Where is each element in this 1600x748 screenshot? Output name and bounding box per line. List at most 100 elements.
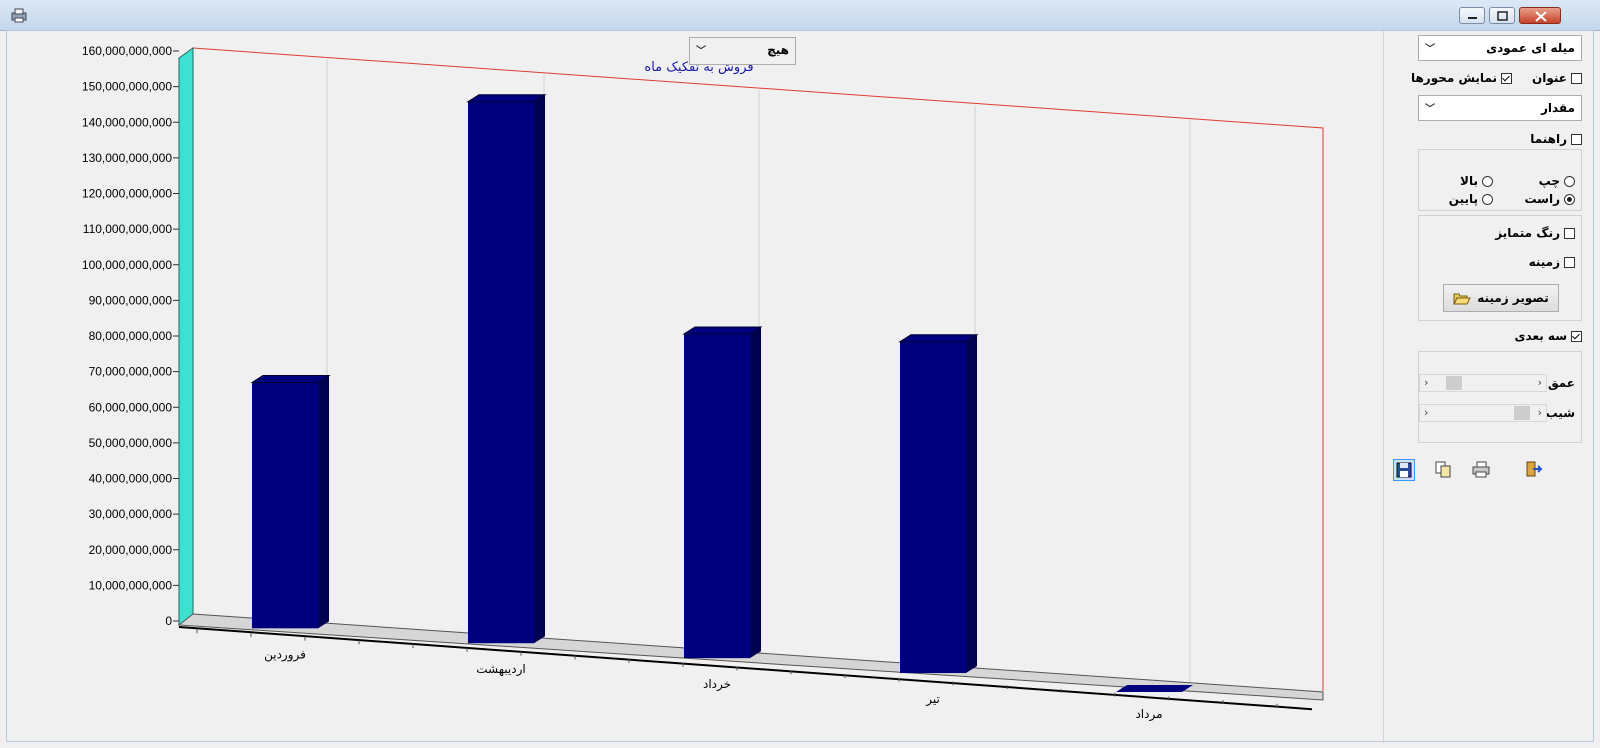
x-category-label: خرداد	[703, 677, 731, 692]
settings-panel: میله ای عمودی ﹀ عنوان نمایش محورها مقدار…	[1384, 31, 1594, 743]
title-checkbox[interactable]	[1571, 72, 1582, 84]
bar-top	[250, 375, 331, 384]
copy-button[interactable]	[1431, 459, 1453, 481]
y-tick-label: 130,000,000,000	[82, 151, 172, 165]
scroll-left-icon[interactable]: ‹	[1424, 376, 1428, 389]
y-tick-label: 40,000,000,000	[89, 472, 173, 486]
minimize-icon	[1468, 17, 1477, 19]
bar	[252, 382, 318, 629]
y-tick-label: 120,000,000,000	[82, 187, 172, 201]
three-d-checkbox[interactable]	[1571, 330, 1582, 342]
background-label: زمینه	[1528, 255, 1560, 269]
show-axes-option[interactable]: نمایش محورها	[1411, 71, 1512, 85]
legend-option[interactable]: راهنما	[1530, 132, 1582, 146]
depth-label: عمق	[1547, 376, 1575, 390]
depth-scroll-thumb[interactable]	[1446, 376, 1462, 390]
exit-button[interactable]	[1522, 459, 1544, 481]
group-by-value: هیچ	[767, 43, 789, 57]
y-tick-label: 140,000,000,000	[82, 115, 172, 129]
pos-bottom-radio[interactable]	[1482, 193, 1493, 205]
bar-top	[682, 326, 763, 335]
pos-top-label: بالا	[1460, 174, 1478, 188]
copy-icon	[1435, 461, 1451, 478]
window-titlebar	[0, 0, 1600, 31]
depth-scrollbar[interactable]: ‹ ‹	[1419, 374, 1547, 392]
x-category-label: اردیبهشت	[476, 662, 525, 677]
chart-type-dropdown[interactable]: میله ای عمودی ﹀	[1418, 35, 1582, 61]
title-option[interactable]: عنوان	[1532, 71, 1582, 85]
group-by-dropdown[interactable]: هیچ ﹀	[689, 37, 796, 65]
x-category-label: فروردین	[264, 647, 306, 662]
distinct-color-checkbox[interactable]	[1564, 227, 1575, 239]
three-d-label: سه بعدی	[1514, 329, 1567, 343]
y-tick-label: 50,000,000,000	[89, 436, 173, 450]
scroll-right-icon[interactable]: ‹	[1538, 406, 1542, 419]
chevron-down-icon: ﹀	[1425, 104, 1435, 115]
tilt-scrollbar[interactable]: ‹ ‹	[1419, 404, 1547, 422]
appearance-group: رنگ متمایز زمینه تصویر زمینه	[1418, 215, 1582, 321]
bar	[900, 341, 966, 674]
y-tick-label: 20,000,000,000	[89, 543, 173, 557]
chevron-down-icon: ﹀	[696, 46, 706, 57]
bar	[1116, 684, 1193, 692]
restore-button[interactable]	[1489, 7, 1515, 24]
three-d-option[interactable]: سه بعدی	[1515, 329, 1582, 343]
y-tick-label: 90,000,000,000	[89, 293, 173, 307]
y-tick-label: 0	[165, 614, 172, 628]
y-tick-label: 70,000,000,000	[89, 365, 173, 379]
y-tick-label: 150,000,000,000	[82, 80, 172, 94]
background-image-button[interactable]: تصویر زمینه	[1443, 284, 1559, 312]
tilt-label: شیب	[1545, 406, 1575, 420]
background-option[interactable]: زمینه	[1529, 255, 1575, 269]
bar-side	[750, 326, 761, 659]
axis-wall	[178, 47, 194, 626]
save-icon	[1396, 462, 1412, 478]
exit-icon	[1526, 461, 1543, 477]
background-image-label: تصویر زمینه	[1477, 291, 1549, 305]
chart-area: 0 10,000,000,000 20,000,000,000 30,000,000,…	[7, 31, 1383, 743]
pos-top-option[interactable]: بالا	[1460, 174, 1493, 188]
minimize-button[interactable]	[1459, 7, 1485, 24]
y-tick-label: 60,000,000,000	[89, 400, 173, 414]
restore-icon	[1497, 11, 1508, 21]
show-axes-checkbox[interactable]	[1501, 72, 1512, 84]
close-button[interactable]	[1519, 7, 1561, 24]
pos-right-option[interactable]: راست	[1524, 192, 1575, 206]
pos-left-radio[interactable]	[1564, 175, 1575, 187]
legend-checkbox[interactable]	[1571, 133, 1582, 145]
pos-bottom-label: پایین	[1448, 192, 1478, 206]
tilt-scroll-thumb[interactable]	[1514, 406, 1530, 420]
distinct-color-option[interactable]: رنگ متمایز	[1495, 226, 1575, 240]
pos-left-label: چپ	[1538, 174, 1560, 188]
label-type-dropdown[interactable]: مقدار ﹀	[1418, 95, 1582, 121]
y-tick-label: 100,000,000,000	[82, 258, 172, 272]
bar-top	[466, 94, 547, 103]
bar-top	[898, 334, 979, 343]
pos-bottom-option[interactable]: پایین	[1449, 192, 1493, 206]
pos-left-option[interactable]: چپ	[1539, 174, 1575, 188]
bar-chart: 0 10,000,000,000 20,000,000,000 30,000,000,…	[82, 44, 1324, 722]
background-checkbox[interactable]	[1564, 256, 1575, 268]
bar-side	[318, 375, 329, 629]
bar	[684, 333, 750, 659]
y-tick-label: 80,000,000,000	[89, 329, 173, 343]
pos-right-label: راست	[1524, 192, 1560, 206]
bar-side	[534, 94, 545, 644]
pos-right-radio[interactable]	[1564, 193, 1575, 205]
pos-top-radio[interactable]	[1482, 175, 1493, 187]
legend-label: راهنما	[1530, 132, 1567, 146]
scroll-left-icon[interactable]: ‹	[1424, 406, 1428, 419]
chevron-down-icon: ﹀	[1425, 44, 1435, 55]
scroll-right-icon[interactable]: ‹	[1538, 376, 1542, 389]
bar-side	[966, 334, 977, 674]
y-tick-label: 110,000,000,000	[83, 222, 173, 236]
y-tick-label: 30,000,000,000	[89, 507, 173, 521]
save-button[interactable]	[1393, 459, 1415, 481]
bar	[468, 101, 534, 644]
print-button[interactable]	[1469, 459, 1491, 481]
folder-open-icon	[1453, 293, 1472, 305]
x-category-label: مرداد	[1135, 707, 1162, 722]
title-label: عنوان	[1532, 71, 1567, 85]
close-icon	[1535, 11, 1547, 22]
three-d-settings-group: عمق ‹ ‹ شیب ‹ ‹	[1418, 351, 1582, 443]
